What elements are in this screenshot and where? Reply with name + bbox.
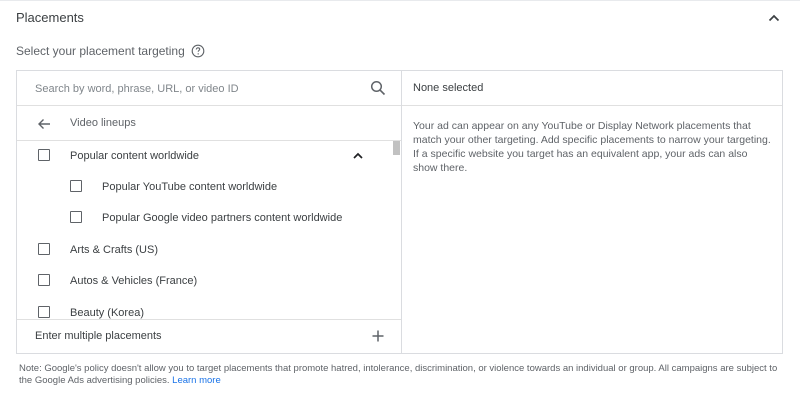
list-item-label: Arts & Crafts (US) xyxy=(70,244,159,256)
breadcrumb: Video lineups xyxy=(17,106,401,141)
list-item-label: Popular Google video partners content wo… xyxy=(102,212,343,224)
list-item-label: Popular YouTube content worldwide xyxy=(102,181,278,193)
collapse-section-button[interactable] xyxy=(766,10,782,26)
list-item[interactable]: Beauty (Korea) xyxy=(17,298,392,319)
list-item-label: Beauty (Korea) xyxy=(70,307,144,319)
selected-placements-panel: None selected Your ad can appear on any … xyxy=(402,71,782,353)
placement-panel: Video lineups Popular content worldwide … xyxy=(16,70,783,354)
selected-header: None selected xyxy=(402,71,782,106)
top-divider xyxy=(0,0,800,1)
placement-browser: Video lineups Popular content worldwide … xyxy=(17,71,402,353)
selected-status: None selected xyxy=(413,82,484,94)
plus-icon[interactable] xyxy=(371,329,385,343)
checkbox[interactable] xyxy=(70,211,82,223)
enter-multiple-placements-row[interactable]: Enter multiple placements xyxy=(17,319,401,353)
targeting-description: Your ad can appear on any YouTube or Dis… xyxy=(413,120,771,174)
list-item[interactable]: Autos & Vehicles (France) xyxy=(17,266,392,297)
checkbox[interactable] xyxy=(38,306,50,318)
section-title: Placements xyxy=(16,10,84,25)
search-icon[interactable] xyxy=(370,80,386,96)
breadcrumb-label: Video lineups xyxy=(70,117,136,129)
help-icon[interactable] xyxy=(191,44,205,58)
learn-more-link[interactable]: Learn more xyxy=(172,375,221,386)
list-item-label: Popular content worldwide xyxy=(70,150,200,162)
list-item-label: Autos & Vehicles (France) xyxy=(70,275,198,287)
policy-note-text: Note: Google's policy doesn't allow you … xyxy=(19,363,778,386)
chevron-up-icon[interactable] xyxy=(351,149,365,163)
subtitle-text: Select your placement targeting xyxy=(16,44,185,58)
enter-multiple-placements-label: Enter multiple placements xyxy=(35,330,162,342)
list-item[interactable]: Popular YouTube content worldwide xyxy=(17,172,392,203)
search-bar xyxy=(17,71,401,106)
placement-targeting-heading: Select your placement targeting xyxy=(16,44,205,58)
chevron-up-icon xyxy=(768,14,780,22)
search-input[interactable] xyxy=(35,80,355,98)
checkbox[interactable] xyxy=(38,274,50,286)
checkbox[interactable] xyxy=(38,243,50,255)
list-item[interactable]: Popular Google video partners content wo… xyxy=(17,203,392,234)
checkbox[interactable] xyxy=(38,149,50,161)
list-item[interactable]: Arts & Crafts (US) xyxy=(17,235,392,266)
placement-list: Popular content worldwide Popular YouTub… xyxy=(17,141,401,319)
scrollbar-thumb[interactable] xyxy=(393,141,400,155)
arrow-back-icon[interactable] xyxy=(36,116,52,132)
list-item[interactable]: Popular content worldwide xyxy=(17,141,392,172)
scrollbar[interactable] xyxy=(393,141,400,319)
checkbox[interactable] xyxy=(70,180,82,192)
policy-note: Note: Google's policy doesn't allow you … xyxy=(19,363,784,387)
